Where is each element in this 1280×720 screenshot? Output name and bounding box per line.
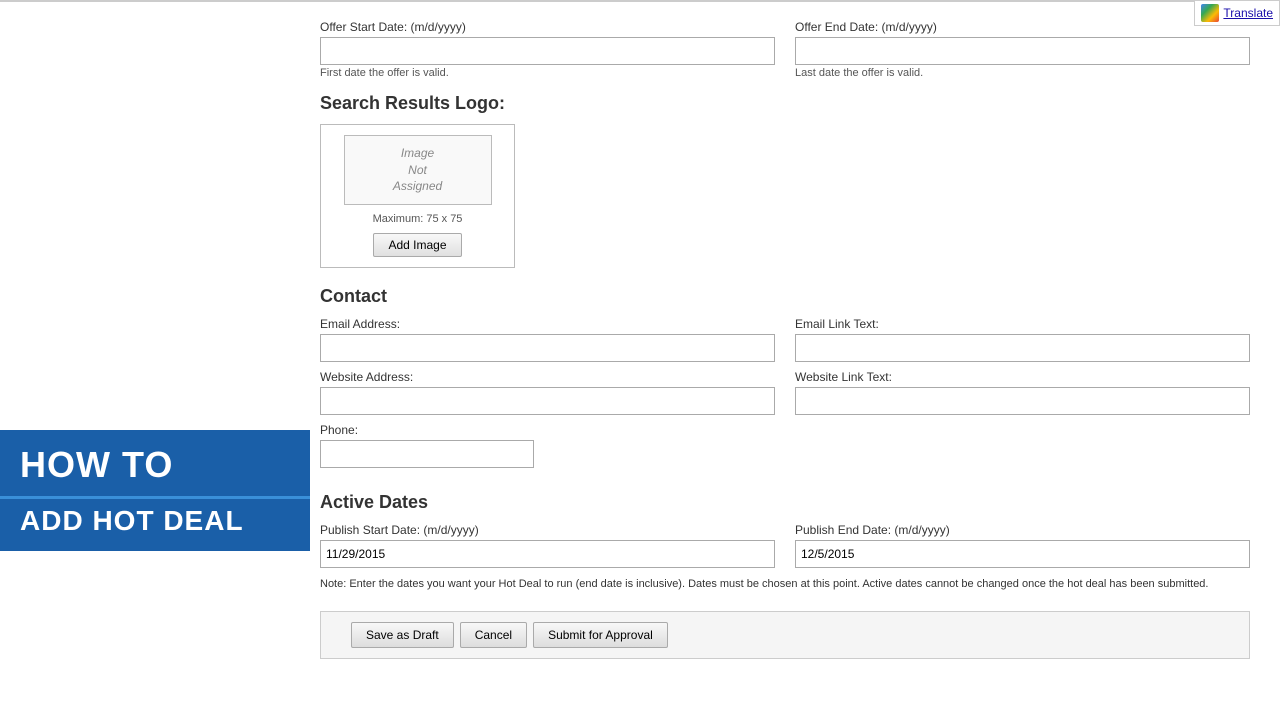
website-link-text-label: Website Link Text: (795, 370, 1250, 384)
translate-icon (1201, 4, 1219, 22)
contact-phone-row: Phone: (320, 423, 1250, 468)
active-dates-note: Note: Enter the dates you want your Hot … (320, 576, 1250, 593)
action-bar: Save as Draft Cancel Submit for Approval (320, 611, 1250, 659)
publish-start-input[interactable] (320, 540, 775, 568)
publish-end-group: Publish End Date: (m/d/yyyy) (795, 523, 1250, 568)
add-image-button[interactable]: Add Image (373, 233, 461, 257)
website-address-group: Website Address: (320, 370, 775, 415)
offer-end-group: Offer End Date: (m/d/yyyy) Last date the… (795, 20, 1250, 79)
offer-end-label: Offer End Date: (m/d/yyyy) (795, 20, 1250, 34)
email-link-text-group: Email Link Text: (795, 317, 1250, 362)
contact-title: Contact (320, 286, 1250, 307)
email-link-text-input[interactable] (795, 334, 1250, 362)
overlay-line1: HOW TO (0, 430, 310, 496)
publish-end-input[interactable] (795, 540, 1250, 568)
email-address-label: Email Address: (320, 317, 775, 331)
image-placeholder-text: Image Not Assigned (393, 145, 442, 195)
logo-box: Image Not Assigned Maximum: 75 x 75 Add … (320, 124, 515, 268)
offer-end-hint: Last date the offer is valid. (795, 67, 1250, 79)
email-link-text-label: Email Link Text: (795, 317, 1250, 331)
offer-start-group: Offer Start Date: (m/d/yyyy) First date … (320, 20, 775, 79)
offer-start-input[interactable] (320, 37, 775, 65)
offer-start-label: Offer Start Date: (m/d/yyyy) (320, 20, 775, 34)
offer-start-hint: First date the offer is valid. (320, 67, 775, 79)
website-address-input[interactable] (320, 387, 775, 415)
offer-end-input[interactable] (795, 37, 1250, 65)
website-link-text-group: Website Link Text: (795, 370, 1250, 415)
email-address-input[interactable] (320, 334, 775, 362)
image-placeholder: Image Not Assigned (344, 135, 492, 205)
website-link-text-input[interactable] (795, 387, 1250, 415)
offer-dates-section: Offer Start Date: (m/d/yyyy) First date … (0, 4, 1280, 83)
active-dates-title: Active Dates (320, 492, 1250, 513)
overlay-line2: ADD HOT DEAL (0, 496, 310, 551)
overlay-banner: HOW TO ADD HOT DEAL (0, 430, 310, 551)
translate-link[interactable]: Translate (1223, 6, 1273, 20)
active-dates-row: Publish Start Date: (m/d/yyyy) Publish E… (320, 523, 1250, 568)
publish-end-label: Publish End Date: (m/d/yyyy) (795, 523, 1250, 537)
translate-bar: Translate (1194, 0, 1280, 26)
website-address-label: Website Address: (320, 370, 775, 384)
save-draft-button[interactable]: Save as Draft (351, 622, 454, 648)
logo-section: Search Results Logo: Image Not Assigned … (0, 83, 1280, 278)
publish-start-label: Publish Start Date: (m/d/yyyy) (320, 523, 775, 537)
contact-website-row: Website Address: Website Link Text: (320, 370, 1250, 415)
email-address-group: Email Address: (320, 317, 775, 362)
logo-section-title: Search Results Logo: (320, 93, 1250, 114)
phone-label: Phone: (320, 423, 766, 437)
submit-approval-button[interactable]: Submit for Approval (533, 622, 668, 648)
logo-max-size: Maximum: 75 x 75 (331, 213, 504, 225)
phone-group: Phone: (320, 423, 766, 468)
phone-input[interactable] (320, 440, 534, 468)
publish-start-group: Publish Start Date: (m/d/yyyy) (320, 523, 775, 568)
cancel-button[interactable]: Cancel (460, 622, 527, 648)
contact-email-row: Email Address: Email Link Text: (320, 317, 1250, 362)
top-divider (0, 0, 1280, 2)
